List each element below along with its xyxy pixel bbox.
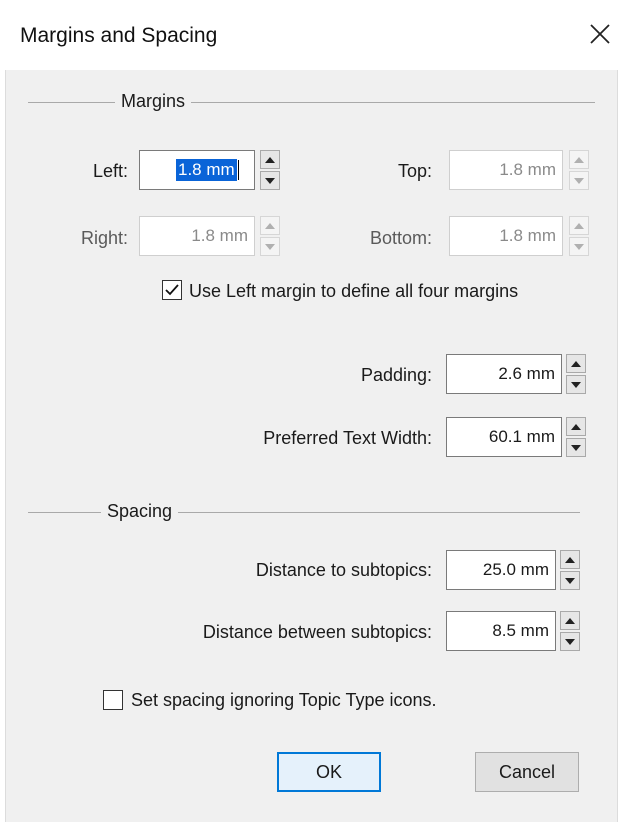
text-caret: [237, 160, 239, 180]
distance-between-subtopics-value: 8.5 mm: [492, 621, 549, 640]
distance-to-subtopics-value: 25.0 mm: [482, 560, 549, 579]
preferred-text-width-field[interactable]: 60.1 mm: [446, 417, 562, 457]
ignore-topic-type-icons-label[interactable]: Set spacing ignoring Topic Type icons.: [131, 690, 437, 711]
title-bar: Margins and Spacing: [0, 0, 621, 70]
spin-down-icon[interactable]: [560, 571, 580, 590]
spin-up-icon[interactable]: [560, 611, 580, 630]
margins-separator: [28, 102, 595, 103]
spacing-group-title: Spacing: [101, 501, 179, 522]
ignore-topic-type-icons-checkbox[interactable]: [103, 690, 123, 710]
spin-down-icon[interactable]: [260, 237, 280, 256]
spin-up-icon[interactable]: [566, 417, 586, 436]
spin-up-icon[interactable]: [566, 354, 586, 373]
padding-spinner[interactable]: [566, 354, 586, 394]
left-margin-spinner[interactable]: [260, 150, 280, 190]
ok-button[interactable]: OK: [277, 752, 381, 792]
right-margin-label: Right:: [80, 228, 128, 248]
spin-down-icon[interactable]: [569, 237, 589, 256]
top-margin-label: Top:: [397, 161, 432, 181]
distance-between-subtopics-field[interactable]: 8.5 mm: [446, 611, 556, 651]
distance-between-subtopics-spinner[interactable]: [560, 611, 580, 651]
cancel-button[interactable]: Cancel: [475, 752, 579, 792]
spin-up-icon[interactable]: [569, 150, 589, 169]
preferred-text-width-spinner[interactable]: [566, 417, 586, 457]
distance-to-subtopics-spinner[interactable]: [560, 550, 580, 590]
close-icon[interactable]: [586, 20, 614, 48]
spin-down-icon[interactable]: [566, 438, 586, 457]
right-margin-spinner[interactable]: [260, 216, 280, 256]
padding-label: Padding:: [360, 365, 432, 385]
spin-down-icon[interactable]: [566, 375, 586, 394]
preferred-text-width-label: Preferred Text Width:: [263, 428, 432, 448]
checkmark-icon: [165, 284, 179, 296]
distance-to-subtopics-field[interactable]: 25.0 mm: [446, 550, 556, 590]
bottom-margin-label: Bottom:: [369, 228, 432, 248]
distance-between-subtopics-label: Distance between subtopics:: [202, 622, 432, 642]
margins-group-title: Margins: [115, 91, 192, 112]
spin-down-icon[interactable]: [260, 171, 280, 190]
bottom-margin-field[interactable]: 1.8 mm: [449, 216, 563, 256]
top-margin-field[interactable]: 1.8 mm: [449, 150, 563, 190]
left-margin-label: Left:: [92, 161, 128, 181]
use-left-margin-checkbox[interactable]: [162, 280, 182, 300]
left-margin-value: 1.8 mm: [176, 159, 237, 181]
spin-up-icon[interactable]: [260, 150, 280, 169]
distance-to-subtopics-label: Distance to subtopics:: [255, 560, 432, 580]
spin-down-icon[interactable]: [560, 632, 580, 651]
spin-up-icon[interactable]: [569, 216, 589, 235]
bottom-margin-value: 1.8 mm: [499, 226, 556, 245]
spin-up-icon[interactable]: [260, 216, 280, 235]
top-margin-value: 1.8 mm: [499, 160, 556, 179]
right-margin-field[interactable]: 1.8 mm: [139, 216, 255, 256]
padding-value: 2.6 mm: [498, 364, 555, 383]
spin-down-icon[interactable]: [569, 171, 589, 190]
dialog-title: Margins and Spacing: [20, 24, 218, 47]
top-margin-spinner[interactable]: [569, 150, 589, 190]
right-margin-value: 1.8 mm: [191, 226, 248, 245]
use-left-margin-label[interactable]: Use Left margin to define all four margi…: [189, 281, 518, 302]
spin-up-icon[interactable]: [560, 550, 580, 569]
preferred-text-width-value: 60.1 mm: [488, 427, 555, 446]
left-margin-field[interactable]: 1.8 mm: [139, 150, 255, 190]
bottom-margin-spinner[interactable]: [569, 216, 589, 256]
padding-field[interactable]: 2.6 mm: [446, 354, 562, 394]
